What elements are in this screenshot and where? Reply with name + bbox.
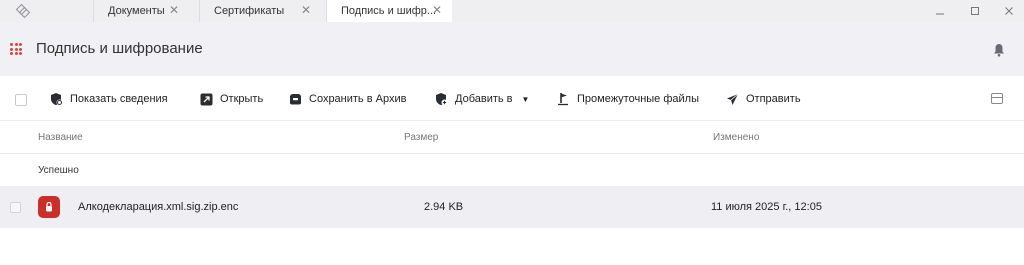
caret-down-icon: ▼: [521, 94, 530, 104]
send-label: Отправить: [746, 93, 801, 105]
bell-icon[interactable]: [993, 43, 1005, 57]
shield-add-icon: [434, 92, 448, 106]
layout-panel-icon[interactable]: [991, 93, 1003, 104]
apps-grid-icon[interactable]: [10, 43, 22, 55]
archive-icon: [288, 92, 302, 106]
page-title: Подпись и шифрование: [36, 40, 203, 57]
column-header-name[interactable]: Название: [38, 132, 83, 143]
add-to-label: Добавить в: [455, 93, 513, 105]
show-details-button[interactable]: Показать сведения: [49, 90, 168, 108]
open-external-icon: [199, 92, 213, 106]
column-header-size[interactable]: Размер: [404, 132, 438, 143]
group-label-success: Успешно: [38, 165, 79, 176]
encrypted-file-icon: [38, 196, 60, 218]
file-size: 2.94 KB: [424, 201, 464, 213]
maximize-button[interactable]: [960, 0, 990, 22]
send-button[interactable]: Отправить: [725, 90, 801, 108]
save-archive-button[interactable]: Сохранить в Архив: [288, 90, 406, 108]
toolbar: Показать сведения Открыть Сохранить в Ар…: [0, 76, 1024, 121]
add-to-dropdown[interactable]: Добавить в ▼: [434, 90, 529, 108]
flag-icon: [556, 92, 570, 106]
tab-label: Документы: [108, 5, 165, 17]
table-row[interactable]: Алкодекларация.xml.sig.zip.enc 2.94 KB 1…: [0, 186, 1024, 228]
row-checkbox[interactable]: [10, 202, 21, 213]
tab-label: Подпись и шифр...: [341, 5, 437, 17]
send-icon: [725, 92, 739, 106]
close-icon[interactable]: ✕: [169, 3, 179, 17]
select-all-checkbox[interactable]: [15, 94, 27, 106]
intermediate-files-button[interactable]: Промежуточные файлы: [556, 90, 699, 108]
save-archive-label: Сохранить в Архив: [309, 93, 407, 105]
open-button[interactable]: Открыть: [199, 90, 263, 108]
title-bar: Документы ✕ Сертификаты ✕ Подпись и шифр…: [0, 0, 1024, 22]
show-details-label: Показать сведения: [70, 93, 168, 105]
divider: [0, 153, 1024, 154]
column-header-modified[interactable]: Изменено: [713, 132, 759, 143]
file-name: Алкодекларация.xml.sig.zip.enc: [78, 201, 239, 213]
tab-label: Сертификаты: [214, 5, 285, 17]
close-icon[interactable]: ✕: [301, 3, 311, 17]
page-header: Подпись и шифрование: [0, 22, 1024, 76]
tab-certificates[interactable]: Сертификаты ✕: [199, 0, 321, 22]
intermediate-files-label: Промежуточные файлы: [577, 93, 699, 105]
window-close-button[interactable]: [994, 0, 1024, 22]
shield-info-icon: [49, 92, 63, 106]
app-logo-icon: [0, 0, 46, 22]
tab-documents[interactable]: Документы ✕: [93, 0, 189, 22]
tab-sign-encrypt[interactable]: Подпись и шифр... ✕: [326, 0, 452, 22]
file-modified: 11 июля 2025 г., 12:05: [711, 201, 822, 213]
close-icon[interactable]: ✕: [432, 3, 442, 17]
minimize-button[interactable]: [925, 0, 955, 22]
open-label: Открыть: [220, 93, 264, 105]
